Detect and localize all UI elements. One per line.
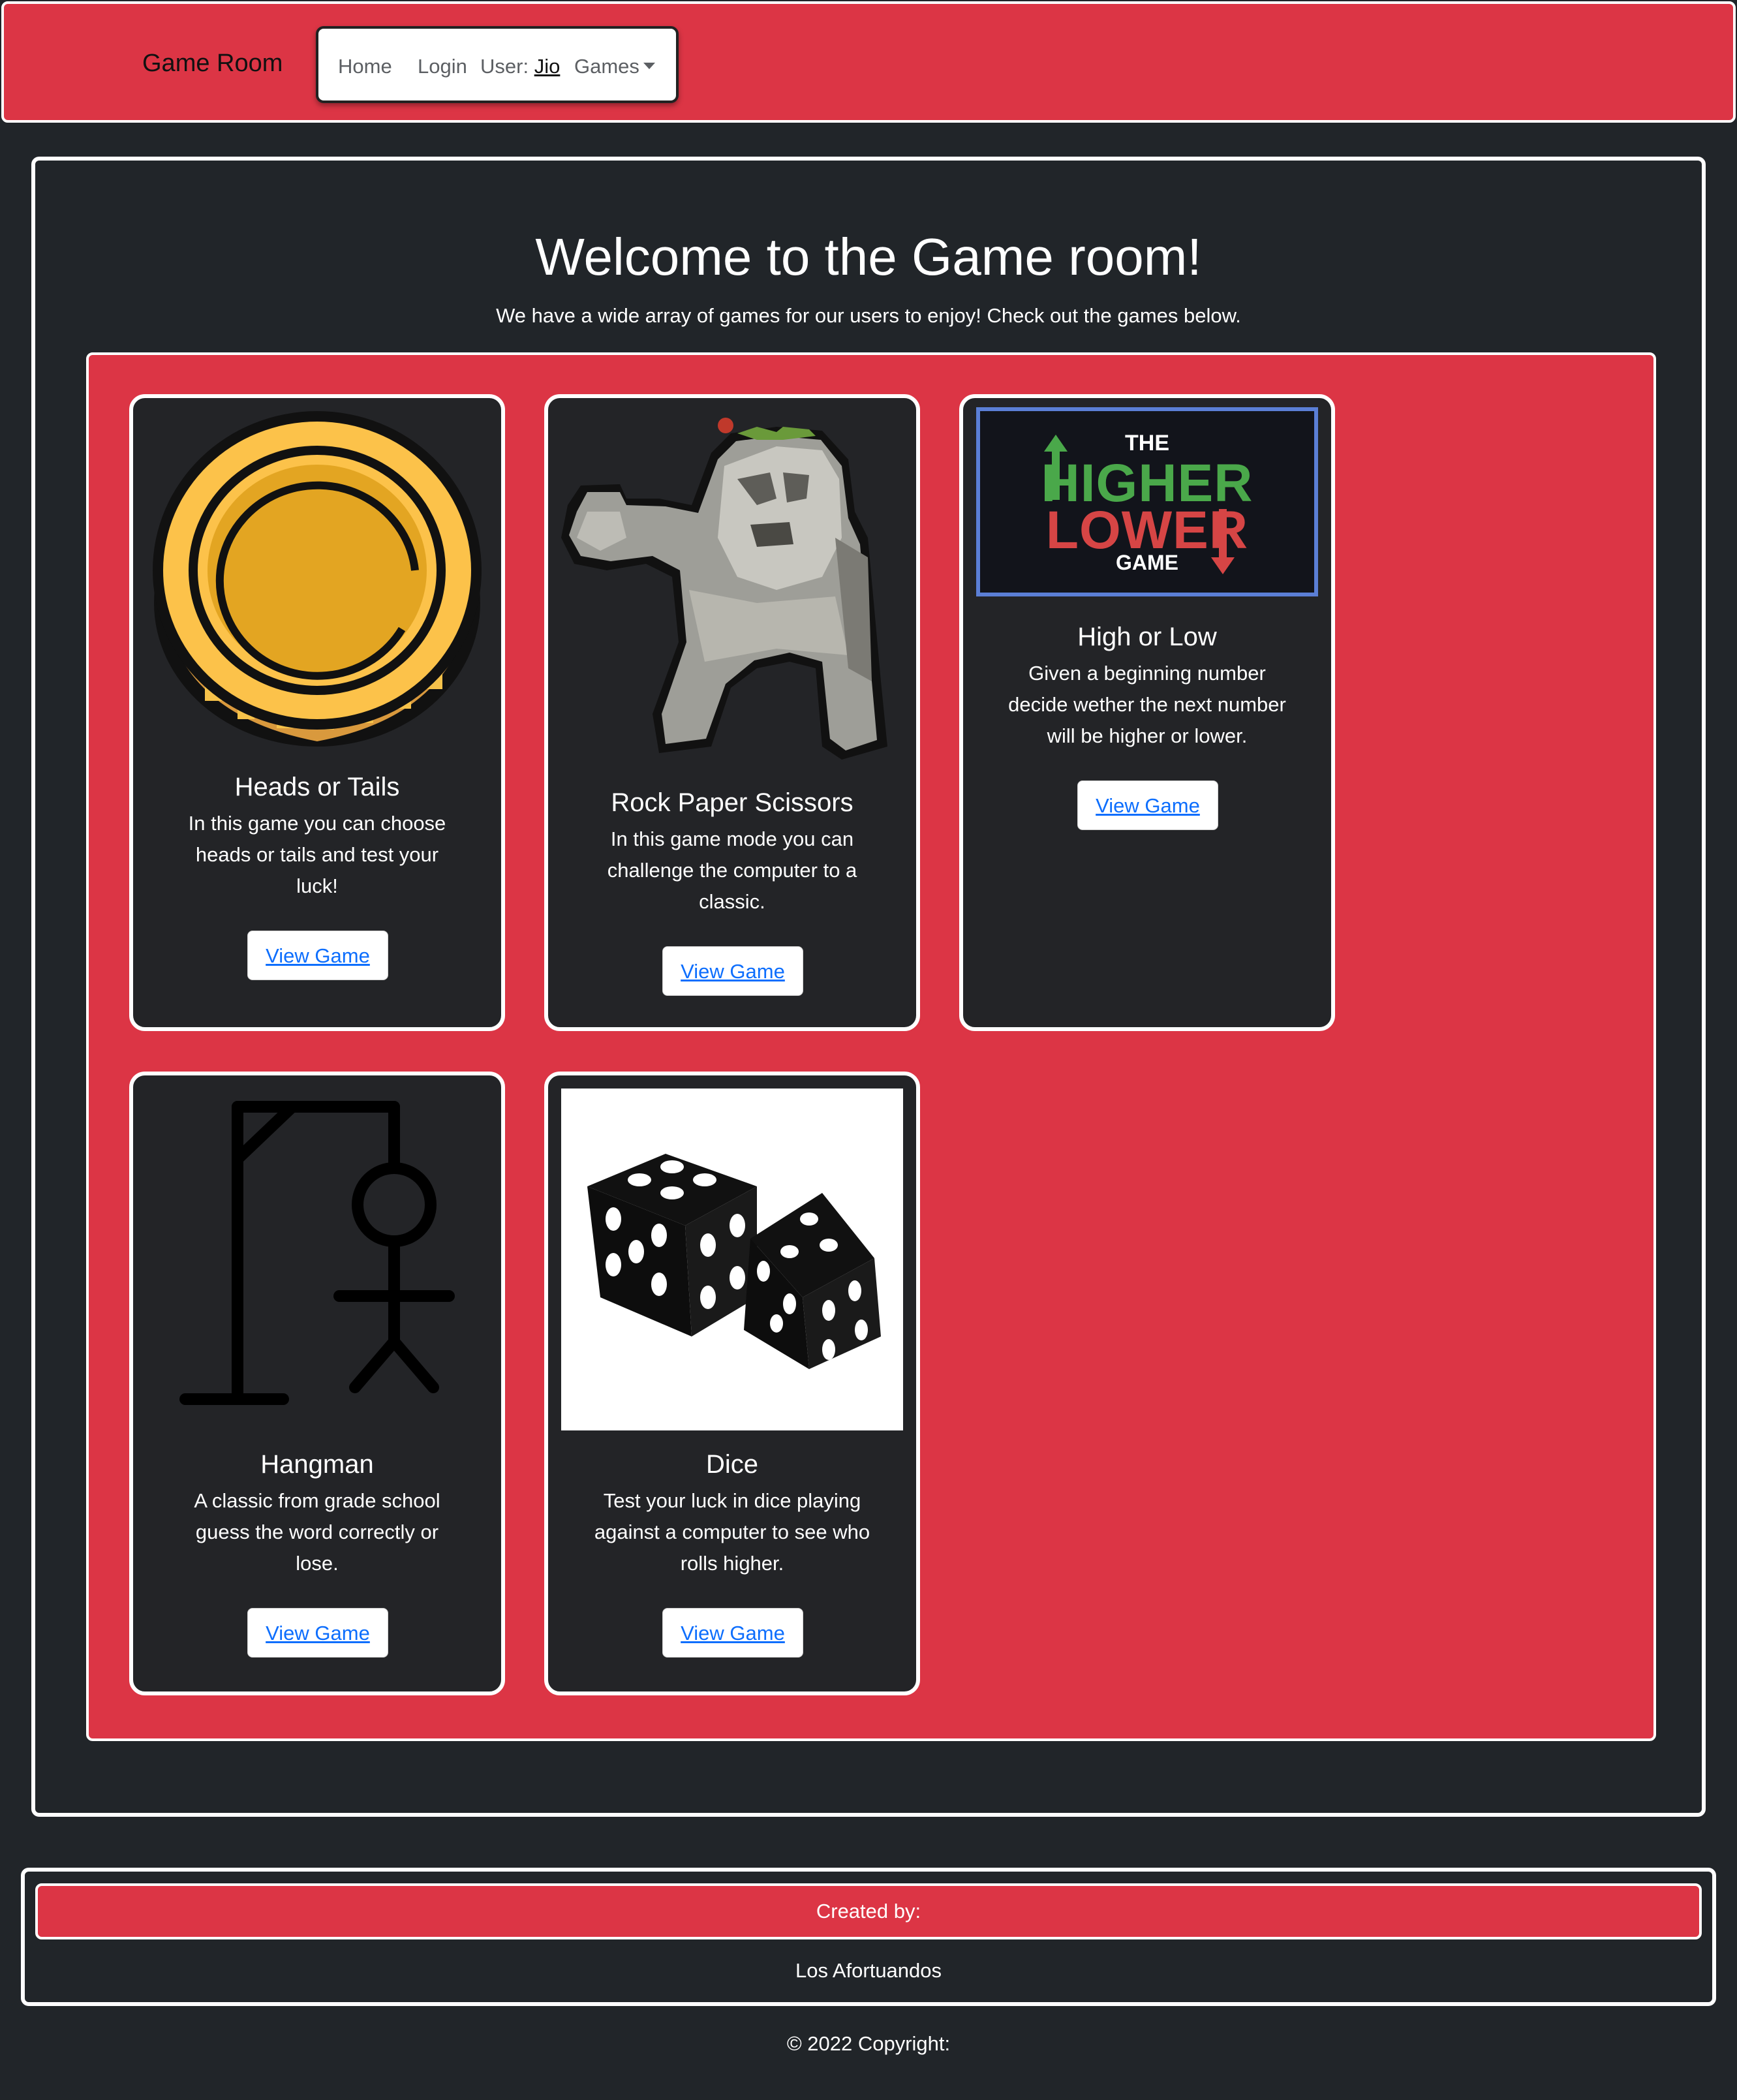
arrow-up-icon (1044, 435, 1068, 500)
caret-down-icon (643, 63, 655, 69)
footer-created-by: Created by: (35, 1883, 1702, 1939)
page-title: Welcome to the Game room! (535, 228, 1202, 286)
main-container: Welcome to the Game room! We have a wide… (31, 157, 1706, 1817)
nav-user: User: Jio (480, 55, 560, 78)
nav-menu: Home Login User: Jio Games (316, 26, 679, 103)
view-game-button[interactable]: View Game (662, 1608, 803, 1658)
coin-image (146, 407, 488, 747)
nav-home-link[interactable]: Home (338, 55, 392, 78)
user-name-link[interactable]: Jio (534, 55, 561, 78)
card-description: A classic from grade school guess the wo… (194, 1489, 440, 1575)
user-label: User: (480, 55, 529, 78)
card-description: In this game mode you can challenge the … (607, 827, 857, 913)
game-card-heads-or-tails: Heads or Tails In this game you can choo… (129, 394, 505, 1031)
card-description: In this game you can choose heads or tai… (188, 812, 446, 897)
view-game-button[interactable]: View Game (247, 931, 388, 980)
card-title: Dice (705, 1450, 759, 1479)
higher-lower-logo: THE HIGHER LOWER GAME (976, 407, 1318, 596)
arrow-down-icon (1211, 509, 1235, 574)
footer-team-name: Los Afortuandos (795, 1959, 942, 1982)
rock-golem-image (561, 407, 903, 764)
dice-image (561, 1089, 903, 1430)
logo-game: GAME (1116, 551, 1178, 574)
game-card-rock-paper-scissors: Rock Paper Scissors In this game mode yo… (544, 394, 920, 1031)
copyright: © 2022 Copyright: (786, 2032, 951, 2055)
view-game-button[interactable]: View Game (662, 946, 803, 996)
game-card-hangman: Hangman A classic from grade school gues… (129, 1072, 505, 1695)
view-game-button[interactable]: View Game (1077, 780, 1218, 830)
card-description: Test your luck in dice playing against a… (594, 1489, 870, 1575)
games-dropdown-label: Games (574, 55, 639, 78)
card-description: Given a beginning number decide wether t… (1008, 662, 1286, 747)
game-card-high-or-low: THE HIGHER LOWER GAME High or Low Given … (959, 394, 1335, 1031)
game-card-dice: Dice Test your luck in dice playing agai… (544, 1072, 920, 1695)
brand-link[interactable]: Game Room (142, 50, 283, 78)
navbar: Game Room Home Login User: Jio Games (1, 1, 1736, 123)
games-panel: Heads or Tails In this game you can choo… (86, 352, 1656, 1741)
page-subtitle: We have a wide array of games for our us… (496, 304, 1241, 327)
nav-login-link[interactable]: Login (418, 55, 467, 78)
hangman-image (146, 1100, 488, 1427)
card-title: Hangman (260, 1450, 374, 1479)
card-title: Rock Paper Scissors (611, 788, 853, 817)
view-game-button[interactable]: View Game (247, 1608, 388, 1658)
card-title: Heads or Tails (234, 773, 400, 801)
footer: Created by: Los Afortuandos (21, 1868, 1716, 2006)
games-dropdown[interactable]: Games (574, 55, 655, 78)
card-title: High or Low (1077, 623, 1217, 651)
